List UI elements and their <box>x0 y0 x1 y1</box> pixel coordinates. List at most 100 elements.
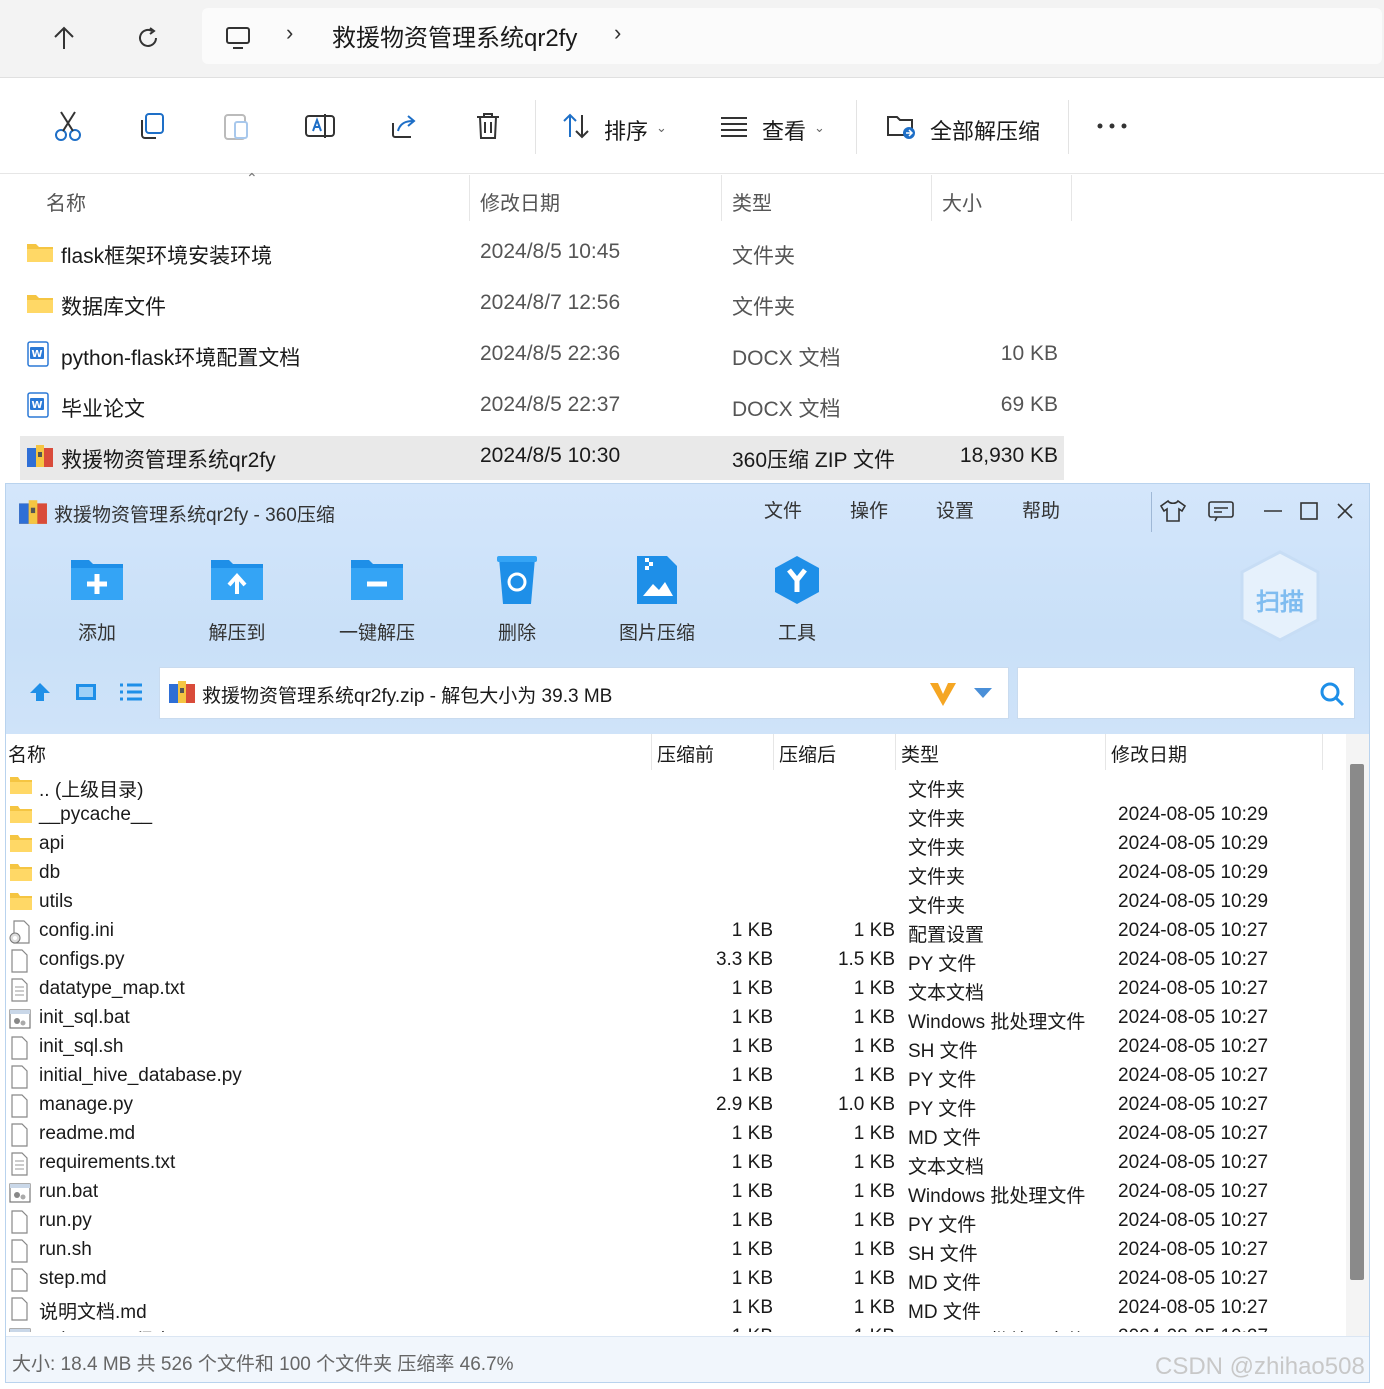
scan-button[interactable]: 扫描 <box>1238 548 1322 644</box>
entry-name: 运行python程序.bat <box>39 1326 204 1332</box>
minimize-icon[interactable] <box>1256 494 1290 528</box>
entry-date: 2024-08-05 10:27 <box>1118 949 1269 970</box>
column-header-type[interactable]: 类型 <box>901 740 939 767</box>
delete-button[interactable]: 删除 <box>462 554 572 654</box>
rename-icon[interactable] <box>302 108 338 144</box>
entry-size-before: 1 KB <box>731 1181 773 1202</box>
archive-entry-row[interactable]: __pycache__ 文件夹 2024-08-05 10:29 <box>6 801 1346 830</box>
column-header-name[interactable]: 名称 <box>46 187 86 233</box>
verified-v-icon <box>930 683 956 706</box>
skin-shirt-icon[interactable] <box>1156 494 1190 528</box>
file-row[interactable]: W 毕业论文 2024/8/5 22:37 DOCX 文档 69 KB <box>20 385 1064 429</box>
up-level-icon[interactable] <box>28 681 52 708</box>
delete-icon[interactable] <box>470 108 506 144</box>
column-header-date[interactable]: 修改日期 <box>1111 740 1187 767</box>
archive-entry-row[interactable]: api 文件夹 2024-08-05 10:29 <box>6 830 1346 859</box>
sort-button[interactable]: 排序 <box>604 114 648 146</box>
chevron-right-icon: › <box>286 20 294 45</box>
breadcrumb-folder[interactable]: 救援物资管理系统qr2fy <box>332 18 577 53</box>
entry-type: MD 文件 <box>908 1302 981 1323</box>
search-icon[interactable] <box>1318 680 1346 708</box>
feedback-icon[interactable] <box>1204 494 1238 528</box>
archive-entry-row[interactable]: manage.py 2.9 KB 1.0 KB PY 文件 2024-08-05 10:… <box>6 1091 1346 1120</box>
scroll-thumb[interactable] <box>1350 764 1364 1280</box>
vertical-scrollbar[interactable] <box>1346 734 1369 1336</box>
archive-entry-row[interactable]: datatype_map.txt 1 KB 1 KB 文本文档 2024-08-05 1… <box>6 975 1346 1004</box>
archive-entry-row[interactable]: db 文件夹 2024-08-05 10:29 <box>6 859 1346 888</box>
extract-all-icon[interactable] <box>884 108 920 144</box>
menu-operate[interactable]: 操作 <box>850 496 888 523</box>
paste-icon[interactable] <box>218 108 254 144</box>
entry-date: 2024-08-05 10:29 <box>1118 862 1269 883</box>
archive-search-input[interactable] <box>1017 667 1355 719</box>
file-row[interactable]: W python-flask环境配置文档 2024/8/5 22:36 DOCX… <box>20 334 1064 378</box>
thumbnail-view-icon[interactable] <box>74 681 98 708</box>
archive-entry-row[interactable]: config.ini 1 KB 1 KB 配置设置 2024-08-05 10:27 <box>6 917 1346 946</box>
archive-entry-row[interactable]: utils 文件夹 2024-08-05 10:29 <box>6 888 1346 917</box>
refresh-icon[interactable] <box>128 18 168 58</box>
bat-file-icon <box>9 1326 33 1332</box>
add-button[interactable]: 添加 <box>42 554 152 654</box>
view-icon[interactable] <box>716 108 752 144</box>
column-header-after[interactable]: 压缩后 <box>779 740 836 767</box>
entry-type: 文件夹 <box>908 867 966 888</box>
entry-date: 2024-08-05 10:27 <box>1118 1065 1269 1086</box>
list-view-icon[interactable] <box>118 681 144 708</box>
dropdown-arrow-icon[interactable] <box>972 686 994 700</box>
menu-settings[interactable]: 设置 <box>936 496 974 523</box>
column-header-date[interactable]: 修改日期 <box>480 187 560 233</box>
entry-size-after: 1 KB <box>853 920 895 941</box>
copy-icon[interactable] <box>134 108 170 144</box>
archive-entry-row[interactable]: 说明文档.md 1 KB 1 KB MD 文件 2024-08-05 10:27 <box>6 1294 1346 1323</box>
entry-name: step.md <box>39 1268 107 1289</box>
column-header-before[interactable]: 压缩前 <box>657 740 714 767</box>
archive-entry-row[interactable]: readme.md 1 KB 1 KB MD 文件 2024-08-05 10:27 <box>6 1120 1346 1149</box>
file-row[interactable]: 数据库文件 2024/8/7 12:56 文件夹 <box>20 283 1064 327</box>
maximize-icon[interactable] <box>1292 494 1326 528</box>
entry-date: 2024-08-05 10:27 <box>1118 1326 1268 1332</box>
menu-file[interactable]: 文件 <box>764 496 802 523</box>
file-date: 2024/8/5 10:30 <box>480 444 621 467</box>
menu-help[interactable]: 帮助 <box>1022 496 1060 523</box>
chevron-down-icon[interactable]: ⌄ <box>814 120 825 136</box>
chevron-down-icon[interactable]: ⌄ <box>656 120 667 136</box>
column-header-type[interactable]: 类型 <box>732 187 772 233</box>
cut-icon[interactable] <box>50 108 86 144</box>
archive-entry-row[interactable]: configs.py 3.3 KB 1.5 KB PY 文件 2024-08-05 10… <box>6 946 1346 975</box>
entry-size-before: 1 KB <box>731 1297 773 1318</box>
file-row-selected[interactable]: 救援物资管理系统qr2fy 2024/8/5 10:30 360压缩 ZIP 文… <box>20 436 1064 480</box>
archive-entry-row[interactable]: init_sql.bat 1 KB 1 KB Windows 批处理文件 2024-08… <box>6 1004 1346 1033</box>
archive-entry-row[interactable]: run.bat 1 KB 1 KB Windows 批处理文件 2024-08-05 1… <box>6 1178 1346 1207</box>
column-header-size[interactable]: 大小 <box>942 187 982 233</box>
entry-date: 2024-08-05 10:27 <box>1118 920 1269 941</box>
entry-date: 2024-08-05 10:29 <box>1118 804 1269 825</box>
entry-size-before: 1 KB <box>651 1326 773 1332</box>
view-button[interactable]: 查看 <box>762 114 806 146</box>
more-options-icon[interactable] <box>1094 108 1130 144</box>
file-icon <box>9 1239 33 1263</box>
column-header-name[interactable]: 名称 <box>8 740 46 767</box>
archive-entry-row[interactable]: initial_hive_database.py 1 KB 1 KB PY 文件 202… <box>6 1062 1346 1091</box>
close-icon[interactable] <box>1328 494 1362 528</box>
extract-to-button[interactable]: 解压到 <box>182 554 292 654</box>
tools-button[interactable]: 工具 <box>742 554 852 654</box>
archive-entry-row[interactable]: .. (上级目录) 文件夹 <box>6 772 1346 801</box>
file-row[interactable]: flask框架环境安装环境 2024/8/5 10:45 文件夹 <box>20 232 1064 276</box>
up-arrow-icon[interactable] <box>44 18 84 58</box>
sort-icon[interactable] <box>558 108 594 144</box>
archive-entry-row[interactable]: requirements.txt 1 KB 1 KB 文本文档 2024-08-05 1… <box>6 1149 1346 1178</box>
archive-entry-row[interactable]: 运行python程序.bat 1 KB1 KB Windows 批处理文件 2024-… <box>6 1323 1346 1332</box>
extract-all-button[interactable]: 全部解压缩 <box>930 114 1040 146</box>
one-click-extract-button[interactable]: 一键解压 <box>322 554 432 654</box>
image-compress-button[interactable]: 图片压缩 <box>602 554 712 654</box>
sort-ascending-icon: ⌃ <box>246 170 258 186</box>
file-icon <box>9 1268 33 1292</box>
share-icon[interactable] <box>386 108 422 144</box>
archive-entry-row[interactable]: run.sh 1 KB 1 KB SH 文件 2024-08-05 10:27 <box>6 1236 1346 1265</box>
chevron-right-icon[interactable]: › <box>614 20 621 46</box>
archive-entry-row[interactable]: run.py 1 KB 1 KB PY 文件 2024-08-05 10:27 <box>6 1207 1346 1236</box>
archive-entry-row[interactable]: init_sql.sh 1 KB 1 KB SH 文件 2024-08-05 10:27 <box>6 1033 1346 1062</box>
archive-entry-row[interactable]: step.md 1 KB 1 KB MD 文件 2024-08-05 10:27 <box>6 1265 1346 1294</box>
folder-icon <box>9 862 33 884</box>
archive-path-field[interactable]: 救援物资管理系统qr2fy.zip - 解包大小为 39.3 MB <box>159 667 1009 719</box>
